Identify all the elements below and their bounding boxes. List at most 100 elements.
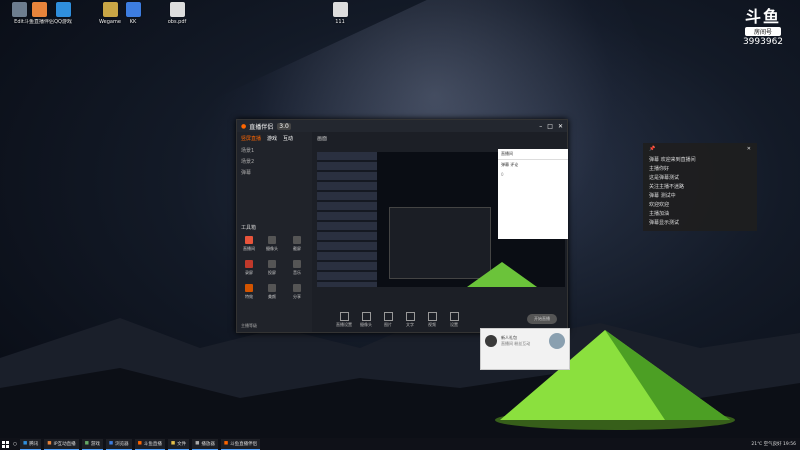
app-icon: ■	[223, 441, 229, 446]
desktop-icon-obs-pdf[interactable]: obs.pdf	[162, 2, 192, 25]
douyu-logo: 斗鱼 房间号 3993962	[742, 7, 784, 48]
danmu-line: 弹幕 测试中	[649, 193, 676, 199]
danmu-line: 弹幕显示测试	[649, 220, 680, 226]
bottom-toolbar: 直播设置 摄像头 图片 文字 视频 设置	[335, 312, 463, 328]
app-title: 直播伴侣	[249, 123, 274, 131]
windows-start-button[interactable]	[0, 439, 10, 449]
screenshot-icon	[293, 236, 301, 244]
tool-add-image[interactable]: 图片	[379, 312, 397, 328]
tools-label: 工具箱	[241, 225, 257, 231]
search-icon[interactable]: ○	[10, 439, 20, 449]
danmu-line: 这是弹幕测试	[649, 175, 680, 181]
danmu-line: 关注主播不迷路	[649, 184, 685, 190]
video-icon	[427, 312, 437, 321]
danmu-line: 主播你好	[649, 166, 670, 172]
tool-live-settings[interactable]: 直播设置	[335, 312, 353, 328]
image-icon	[383, 312, 393, 321]
text-icon	[405, 312, 415, 321]
tool-effects[interactable]: 特效	[241, 284, 257, 300]
app-icon	[102, 2, 118, 17]
desktop-icon-111[interactable]: 111	[325, 2, 355, 25]
taskbar-app-companion[interactable]: ■ 斗鱼直播伴侣	[220, 438, 261, 450]
cast-icon	[268, 260, 276, 268]
app-icon: ■	[137, 441, 142, 446]
douyu-fish-icon: ●	[241, 122, 247, 130]
streamer-level: 主播等级	[241, 323, 257, 328]
app-icon: ■	[108, 441, 114, 446]
app-icon: ■	[195, 441, 200, 446]
beauty-icon	[268, 284, 276, 292]
tool-add-camera[interactable]: 摄像头	[357, 312, 375, 328]
tool-add-text[interactable]: 文字	[401, 312, 419, 328]
scene-title: 画面	[317, 136, 328, 142]
tab-vertical-live[interactable]: 竖屏直播	[241, 135, 261, 142]
tool-beauty[interactable]: 美颜	[264, 284, 280, 300]
share-icon	[293, 284, 301, 292]
desktop-icon-qq-game[interactable]: QQ游戏	[48, 2, 78, 25]
taskbar-app-player[interactable]: ■ 播放器	[192, 438, 218, 450]
danmu-line: 弹幕 欢迎来到直播间	[649, 157, 696, 163]
app-icon: ■	[47, 441, 52, 446]
minimize-icon[interactable]: –	[539, 123, 542, 130]
camera-icon	[268, 236, 276, 244]
avatar	[485, 335, 497, 347]
tab-game[interactable]: 游戏	[267, 135, 277, 142]
taskbar: ○ ■ 腾讯 ■ IP互动直播 ■ 游戏 ■ 浏览器 ■ 斗鱼直播 ■ 文件 ■ 播放器 ■ 斗…	[0, 438, 800, 450]
sidebar-item-scene-2[interactable]: 场景2	[237, 156, 312, 167]
start-live-button[interactable]: 开始直播	[527, 314, 557, 324]
desktop-icon-kk[interactable]: KK	[118, 2, 148, 25]
preview-desktop-icons	[317, 152, 377, 287]
taskbar-app-ip-live[interactable]: ■ IP互动直播	[44, 438, 79, 450]
tool-cast[interactable]: 投屏	[264, 260, 280, 276]
effects-icon	[245, 284, 253, 292]
system-tray[interactable]: 21℃ 空气良好 19:56	[751, 441, 800, 447]
app-icon: ■	[84, 441, 89, 446]
sidebar-item-scene-1[interactable]: 场景1	[237, 145, 312, 156]
tool-share[interactable]: 分享	[289, 284, 305, 300]
taskbar-app-game[interactable]: ■ 游戏	[81, 438, 103, 450]
file-icon	[332, 2, 348, 17]
app-icon: ■	[23, 441, 28, 446]
tool-record[interactable]: 录屏	[241, 260, 257, 276]
tab-interact[interactable]: 互动	[283, 135, 293, 142]
danmu-header: 📌 ✕	[643, 143, 757, 155]
taskbar-app-tencent[interactable]: ■ 腾讯	[20, 438, 42, 450]
monitor-icon	[339, 312, 349, 321]
folder-icon: ■	[170, 441, 176, 446]
danmu-line: 主播加油	[649, 211, 670, 217]
preview-nested-window	[389, 207, 491, 279]
taskbar-app-douyu[interactable]: ■ 斗鱼直播	[134, 438, 165, 450]
app-titlebar[interactable]: ● 直播伴侣 3.0 – □ ✕	[237, 120, 567, 132]
app-version-badge: 3.0	[277, 122, 291, 130]
taskbar-app-browser[interactable]: ■ 浏览器	[105, 438, 132, 450]
chat-panel[interactable]: 直播间 弹幕 评论 0	[498, 149, 568, 239]
popup-desc: 直播间 粉丝互动	[501, 341, 531, 346]
windows-logo-icon	[1, 440, 9, 448]
tool-live-room[interactable]: 直播间	[241, 236, 257, 252]
app-icon	[125, 2, 141, 17]
close-icon[interactable]: ✕	[558, 123, 563, 130]
tool-music[interactable]: 音乐	[289, 260, 305, 276]
close-icon[interactable]: ✕	[747, 146, 751, 152]
chat-item: 弹幕 评论	[501, 162, 519, 167]
live-room-icon	[245, 236, 253, 244]
sidebar-item-danmu[interactable]: 弹幕	[237, 167, 312, 178]
tool-camera[interactable]: 摄像头	[264, 236, 280, 252]
chat-title: 直播间	[498, 149, 568, 160]
gear-icon	[449, 312, 459, 321]
pin-icon[interactable]: 📌	[649, 146, 655, 152]
notification-popup[interactable]: 新人礼包 直播间 粉丝互动	[480, 328, 570, 370]
danmu-line: 欢迎欢迎	[649, 202, 670, 208]
app-icon	[55, 2, 71, 17]
tool-settings[interactable]: 设置	[445, 312, 463, 328]
record-icon	[245, 260, 253, 268]
maximize-icon[interactable]: □	[547, 123, 553, 130]
file-icon	[169, 2, 185, 17]
tool-screenshot[interactable]: 截屏	[289, 236, 305, 252]
taskbar-app-files[interactable]: ■ 文件	[167, 438, 190, 450]
camera-icon	[361, 312, 371, 321]
tool-add-video[interactable]: 视频	[423, 312, 441, 328]
danmu-overlay[interactable]: 📌 ✕ 弹幕 欢迎来到直播间 主播你好 这是弹幕测试 关注主播不迷路 弹幕 测试…	[643, 143, 757, 231]
chat-count: 0	[501, 172, 504, 177]
app-icon	[31, 2, 47, 17]
